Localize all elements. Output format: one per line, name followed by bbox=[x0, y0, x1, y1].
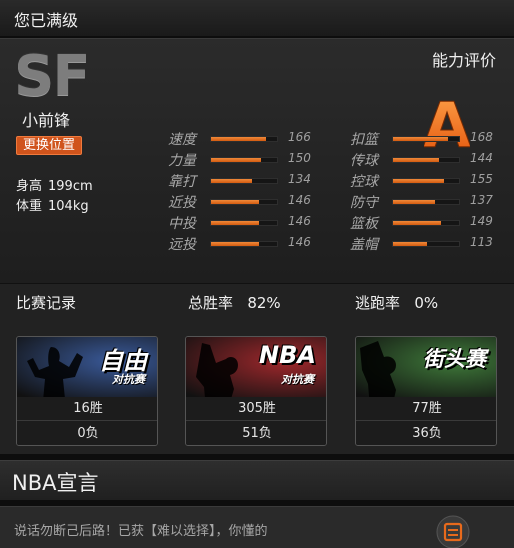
mode-title: NBA bbox=[259, 341, 316, 369]
stat-bar-fill bbox=[211, 200, 259, 204]
stat-value: 149 bbox=[470, 214, 493, 228]
stat-value: 166 bbox=[288, 130, 311, 144]
mode-losses: 0负 bbox=[77, 426, 99, 441]
stat-row: 速度 166 bbox=[168, 129, 328, 149]
stat-name: 扣篮 bbox=[350, 132, 378, 148]
win-rate-label: 总胜率 bbox=[188, 294, 234, 312]
stat-bar bbox=[210, 136, 278, 142]
manifesto-header: NBA宣言 bbox=[0, 460, 514, 500]
position-name: 小前锋 bbox=[22, 111, 71, 130]
stat-name: 靠打 bbox=[168, 174, 196, 190]
stat-row: 扣篮 168 bbox=[350, 129, 510, 149]
stat-name: 近投 bbox=[168, 195, 196, 211]
mode-card-nba[interactable]: NBA 对抗赛 305胜 51负 bbox=[185, 336, 327, 446]
stat-bar-fill bbox=[393, 221, 442, 225]
stat-name: 速度 bbox=[168, 132, 196, 148]
stat-value: 168 bbox=[470, 130, 493, 144]
stat-name: 控球 bbox=[350, 174, 378, 190]
stat-bar bbox=[392, 157, 460, 163]
position-abbreviation: SF bbox=[14, 44, 91, 109]
stat-bar-fill bbox=[393, 137, 449, 141]
stat-bar-fill bbox=[393, 200, 436, 204]
mode-wins: 16胜 bbox=[17, 397, 157, 421]
stat-name: 力量 bbox=[168, 153, 196, 169]
stat-bar-fill bbox=[393, 179, 444, 183]
stat-value: 146 bbox=[288, 235, 311, 249]
stat-name: 盖帽 bbox=[350, 237, 378, 253]
stat-bar bbox=[210, 241, 278, 247]
stat-row: 近投 146 bbox=[168, 192, 328, 212]
page-title: 您已满级 bbox=[14, 11, 79, 30]
weight-label: 体重 bbox=[16, 199, 43, 214]
stat-value: 146 bbox=[288, 214, 311, 228]
stat-row: 靠打 134 bbox=[168, 171, 328, 191]
stat-name: 篮板 bbox=[350, 216, 378, 232]
stat-bar-fill bbox=[393, 158, 440, 162]
mode-card-street[interactable]: 街头赛 77胜 36负 bbox=[355, 336, 497, 446]
records-title: 比赛记录 bbox=[16, 294, 77, 312]
stat-value: 113 bbox=[470, 235, 493, 249]
stat-bar bbox=[210, 178, 278, 184]
stat-bar bbox=[210, 199, 278, 205]
mode-subtitle: 对抗赛 bbox=[112, 373, 145, 386]
height-value: 199cm bbox=[48, 179, 93, 194]
mode-card-free[interactable]: 自由 对抗赛 16胜 0负 bbox=[16, 336, 158, 446]
change-position-button[interactable]: 更换位置 bbox=[16, 136, 82, 155]
rating-label: 能力评价 bbox=[432, 51, 497, 70]
stat-bar bbox=[210, 157, 278, 163]
stat-value: 150 bbox=[288, 151, 311, 165]
stat-row: 盖帽 113 bbox=[350, 234, 510, 254]
mode-losses: 36负 bbox=[412, 426, 442, 441]
stat-bar bbox=[392, 199, 460, 205]
top-bar: 您已满级 bbox=[0, 0, 514, 36]
flee-rate-value: 0% bbox=[414, 294, 439, 312]
stat-bar-fill bbox=[211, 179, 252, 183]
win-rate: 总胜率 82% bbox=[188, 292, 281, 313]
player-profile-panel: SF 小前锋 更换位置 身高 199cm 体重 104kg 能力评价 A 速度 166… bbox=[0, 38, 514, 284]
manifesto-title: NBA宣言 bbox=[12, 471, 99, 495]
stat-row: 控球 155 bbox=[350, 171, 510, 191]
stat-bar-fill bbox=[211, 221, 259, 225]
weight-value: 104kg bbox=[48, 199, 89, 214]
manifesto-content: 说话勿断己后路！已获【难以选择】，你懂的 bbox=[0, 506, 514, 548]
stat-name: 远投 bbox=[168, 237, 196, 253]
stat-value: 144 bbox=[470, 151, 493, 165]
manifesto-text: 说话勿断己后路！已获【难以选择】，你懂的 bbox=[14, 524, 268, 539]
mode-losses: 51负 bbox=[242, 426, 272, 441]
height-label: 身高 bbox=[16, 179, 43, 194]
stat-bar-fill bbox=[393, 242, 428, 246]
stat-row: 力量 150 bbox=[168, 150, 328, 170]
mode-title: 街头赛 bbox=[423, 347, 486, 371]
stat-bar-fill bbox=[211, 158, 261, 162]
stat-bar bbox=[392, 136, 460, 142]
stat-row: 中投 146 bbox=[168, 213, 328, 233]
edit-manifesto-icon[interactable] bbox=[434, 515, 472, 548]
stat-row: 传球 144 bbox=[350, 150, 510, 170]
stat-bar bbox=[392, 178, 460, 184]
stat-row: 远投 146 bbox=[168, 234, 328, 254]
stat-bar-fill bbox=[211, 242, 259, 246]
stat-bar bbox=[210, 220, 278, 226]
flee-rate-label: 逃跑率 bbox=[355, 294, 401, 312]
stat-row: 防守 137 bbox=[350, 192, 510, 212]
stat-name: 防守 bbox=[350, 195, 378, 211]
stat-value: 137 bbox=[470, 193, 493, 207]
stat-row: 篮板 149 bbox=[350, 213, 510, 233]
mode-wins: 305胜 bbox=[186, 397, 326, 421]
stat-bar bbox=[392, 220, 460, 226]
stat-name: 传球 bbox=[350, 153, 378, 169]
match-records-section: 比赛记录 总胜率 82% 逃跑率 0% 自由 对抗赛 16胜 0负 NBA 对抗… bbox=[0, 284, 514, 454]
stat-value: 155 bbox=[470, 172, 493, 186]
stat-value: 134 bbox=[288, 172, 311, 186]
stat-bar-fill bbox=[211, 137, 266, 141]
stat-bar bbox=[392, 241, 460, 247]
win-rate-value: 82% bbox=[247, 294, 281, 312]
mode-subtitle: 对抗赛 bbox=[281, 373, 314, 386]
flee-rate: 逃跑率 0% bbox=[355, 292, 438, 313]
height-info: 身高 199cm bbox=[16, 175, 93, 194]
stat-name: 中投 bbox=[168, 216, 196, 232]
mode-wins: 77胜 bbox=[356, 397, 496, 421]
weight-info: 体重 104kg bbox=[16, 195, 89, 214]
stat-value: 146 bbox=[288, 193, 311, 207]
